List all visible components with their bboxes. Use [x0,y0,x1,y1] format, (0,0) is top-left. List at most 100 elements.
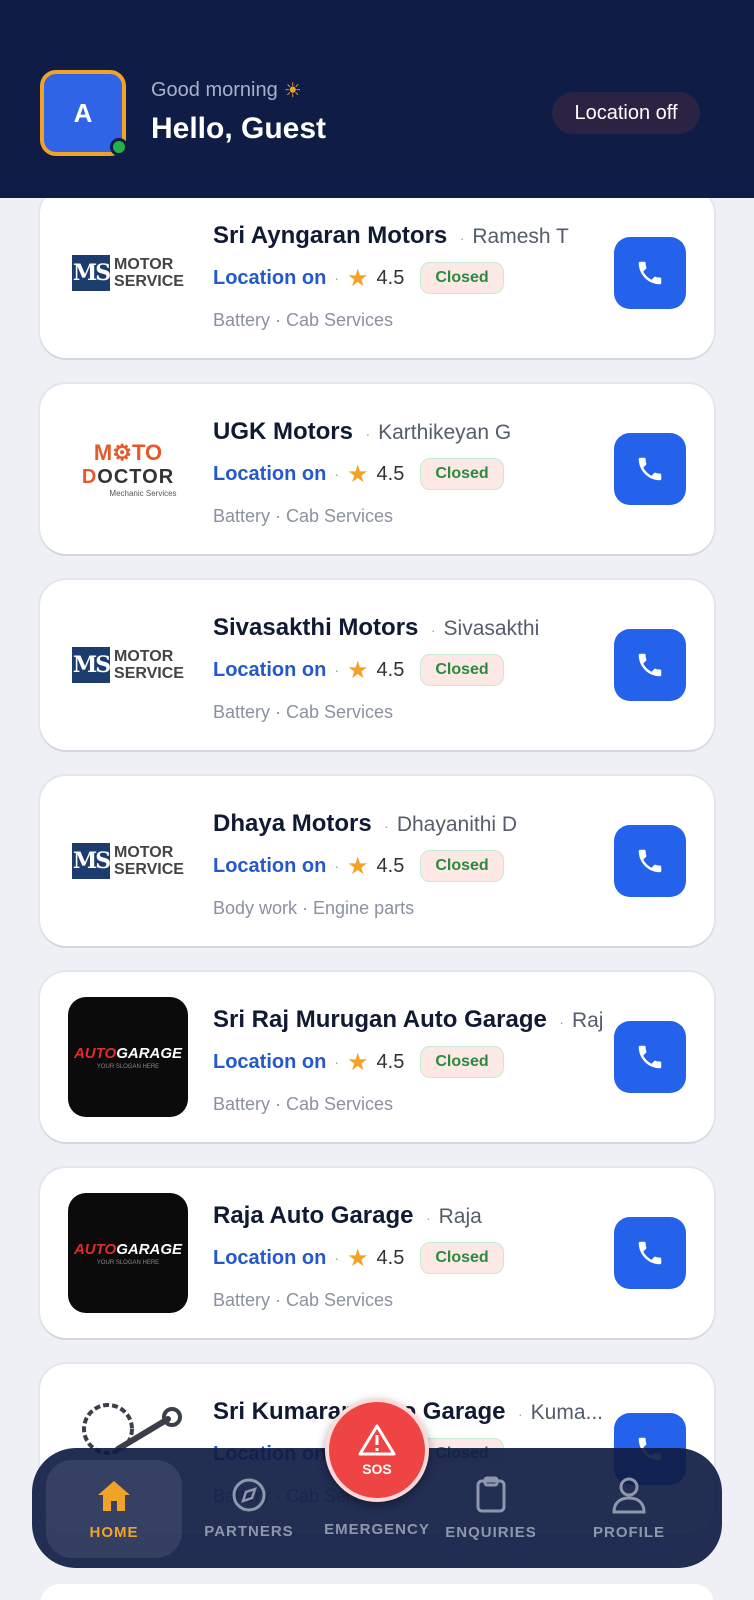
services-list: Battery · Cab Services [213,506,394,526]
status-badge: Closed [420,850,504,882]
sun-icon: ☀ [283,80,302,102]
call-button[interactable] [614,1021,686,1093]
nav-profile[interactable]: PROFILE [560,1448,698,1568]
nav-enquiries-label: ENQUIRIES [445,1523,537,1541]
nav-home[interactable]: HOME [46,1460,182,1558]
card-body: Dhaya Motors · Dhayanithi D Location on ·… [213,810,604,919]
motor-service-logo: MS MOTOR SERVICE [72,647,184,683]
garage-card[interactable]: MS MOTOR SERVICE Sivasakthi Motors · Sivas… [40,580,714,750]
phone-icon [638,457,662,481]
services-list: Battery · Cab Services [213,1094,394,1114]
status-badge: Closed [420,458,504,490]
call-button[interactable] [614,237,686,309]
garage-logo: AUTOGARAGE YOUR SLOGAN HERE [68,997,188,1117]
motor-service-logo: MS MOTOR SERVICE [72,255,184,291]
status-badge: Closed [420,262,504,294]
card-body: Raja Auto Garage · Raja Location on · ★ 4… [213,1202,604,1311]
garage-card[interactable]: MS MOTOR SERVICE Dhaya Motors · Dhayanithi… [40,776,714,946]
avatar[interactable]: A [40,70,128,156]
rating-value: 4.5 [376,854,405,877]
sos-button[interactable]: SOS [325,1398,429,1502]
rating-value: 4.5 [376,1050,405,1073]
owner-name: Raj [571,1009,604,1032]
phone-icon [638,653,662,677]
garage-card[interactable]: AUTOGARAGE YOUR SLOGAN HERE Sri Raj Muru… [40,972,714,1142]
warning-icon [358,1424,396,1456]
phone-icon [638,1045,662,1069]
garage-logo: AUTOGARAGE YOUR SLOGAN HERE [68,1193,188,1313]
card-body: Sri Raj Murugan Auto Garage · Raj Locatio… [213,1006,604,1115]
phone-icon [638,1241,662,1265]
separator: · [430,622,436,638]
clipboard-icon [476,1476,506,1512]
card-body: Sri Ayngaran Motors · Ramesh T Location o… [213,222,604,331]
star-icon: ★ [347,1048,369,1076]
services-list: Battery · Cab Services [213,310,394,330]
location-status: Location on [213,854,327,877]
location-status: Location on [213,1050,327,1073]
garage-card[interactable]: AUTOGARAGE YOUR SLOGAN HERE Raja Auto Ga… [40,1168,714,1338]
star-icon: ★ [347,656,369,684]
garage-logo: MS MOTOR SERVICE [68,801,188,921]
star-icon: ★ [347,1244,369,1272]
separator: · [334,466,339,482]
status-badge: Closed [420,1046,504,1078]
phone-icon [638,849,662,873]
avatar-letter: A [73,97,93,128]
user-greeting-title: Hello, Guest [151,112,327,145]
separator: · [365,426,371,442]
call-button[interactable] [614,1217,686,1289]
separator: · [334,270,339,286]
nav-home-label: HOME [89,1523,139,1541]
greeting-text: Good morning [151,79,278,101]
call-button[interactable] [614,433,686,505]
compass-icon [232,1478,266,1511]
garage-name: Raja Auto Garage [213,1202,414,1229]
separator: · [334,858,339,874]
call-button[interactable] [614,629,686,701]
online-status-dot [110,138,128,156]
garage-name: UGK Motors [213,418,353,445]
user-icon [612,1477,646,1513]
location-status: Location on [213,1246,327,1269]
nav-profile-label: PROFILE [592,1523,665,1541]
services-list: Battery · Cab Services [213,1290,394,1310]
location-status-button[interactable]: Location off [552,92,700,134]
garage-card[interactable]: M⚙TO DOCTOR Mechanic Services UGK Motors… [40,384,714,554]
separator: · [559,1014,564,1030]
app-header: A Good morning ☀ Hello, Guest Location o… [0,0,754,198]
separator: · [334,1250,339,1266]
garage-logo: MS MOTOR SERVICE [68,213,188,333]
rating-value: 4.5 [376,1246,405,1269]
motor-service-logo: MS MOTOR SERVICE [72,843,184,879]
card-body: Sivasakthi Motors · Sivasakthi Location o… [213,614,604,723]
home-icon [98,1480,130,1511]
phone-icon [638,261,662,285]
garage-card[interactable]: MS MOTOR SERVICE Sri Ayngaran Motors · Ram… [40,188,714,358]
owner-name: Kuma... [530,1401,604,1424]
call-button[interactable] [614,825,686,897]
location-status: Location on [213,266,327,289]
owner-name: Sivasakthi [443,617,540,640]
separator: · [459,230,465,246]
garage-name: Dhaya Motors [213,810,372,837]
nav-enquiries[interactable]: ENQUIRIES [422,1448,560,1568]
owner-name: Ramesh T [472,225,569,248]
owner-name: Dhayanithi D [396,813,518,836]
separator: · [517,1406,523,1422]
greeting: Good morning ☀ [151,78,302,103]
nav-partners[interactable]: PARTNERS [180,1448,318,1568]
star-icon: ★ [347,852,369,880]
separator: · [334,1054,339,1070]
auto-garage-logo: AUTOGARAGE YOUR SLOGAN HERE [68,997,188,1117]
owner-name: Karthikeyan G [378,421,512,444]
separator: · [425,1210,431,1226]
garage-logo: MS MOTOR SERVICE [68,605,188,725]
services-list: Battery · Cab Services [213,702,394,722]
status-badge: Closed [420,1242,504,1274]
logo-subtitle: Mechanic Services [109,489,177,498]
separator: · [384,818,389,834]
location-status: Location on [213,658,327,681]
moto-doctor-logo: M⚙TO DOCTOR Mechanic Services [81,440,177,498]
services-list: Body work · Engine parts [213,898,415,918]
